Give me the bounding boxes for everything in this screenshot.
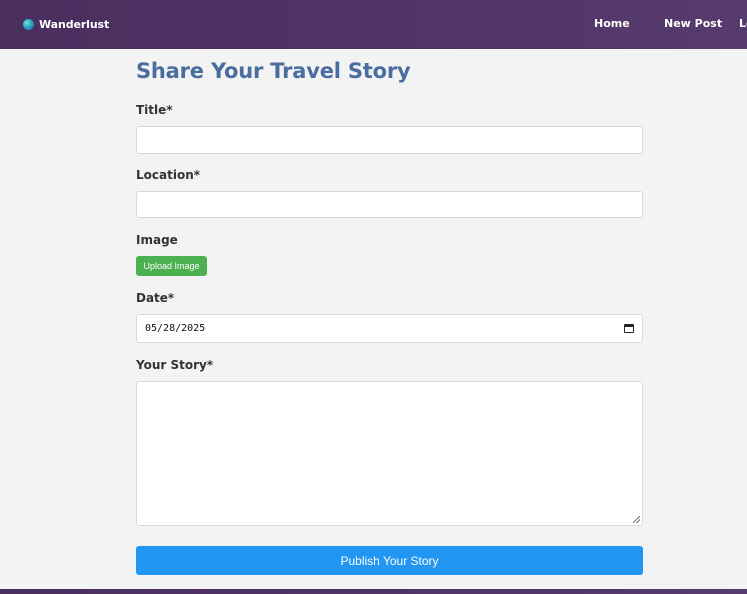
title-input[interactable]: [136, 126, 643, 154]
story-textarea[interactable]: [136, 381, 643, 526]
date-value: 05/28/2025: [145, 323, 206, 334]
location-label: Location*: [136, 168, 201, 182]
footer: [0, 589, 747, 594]
date-label: Date*: [136, 291, 175, 305]
brand-logo[interactable]: Wanderlust: [23, 17, 109, 31]
story-label: Your Story*: [136, 358, 214, 372]
globe-icon: [23, 18, 34, 30]
calendar-icon[interactable]: [624, 324, 634, 333]
resize-handle-icon[interactable]: [633, 516, 640, 523]
location-input[interactable]: [136, 191, 643, 218]
upload-image-button[interactable]: Upload Image: [136, 256, 207, 276]
navbar: Wanderlust Home New Post Login: [0, 0, 747, 49]
publish-button[interactable]: Publish Your Story: [136, 546, 643, 575]
title-label: Title*: [136, 103, 173, 117]
brand-name: Wanderlust: [39, 17, 110, 31]
nav-link-login[interactable]: Login: [739, 17, 747, 30]
nav-link-home[interactable]: Home: [594, 17, 630, 30]
nav-link-new-post[interactable]: New Post: [664, 17, 722, 30]
image-label: Image: [136, 233, 178, 247]
date-input[interactable]: 05/28/2025: [136, 314, 643, 343]
page-title: Share Your Travel Story: [136, 59, 411, 83]
